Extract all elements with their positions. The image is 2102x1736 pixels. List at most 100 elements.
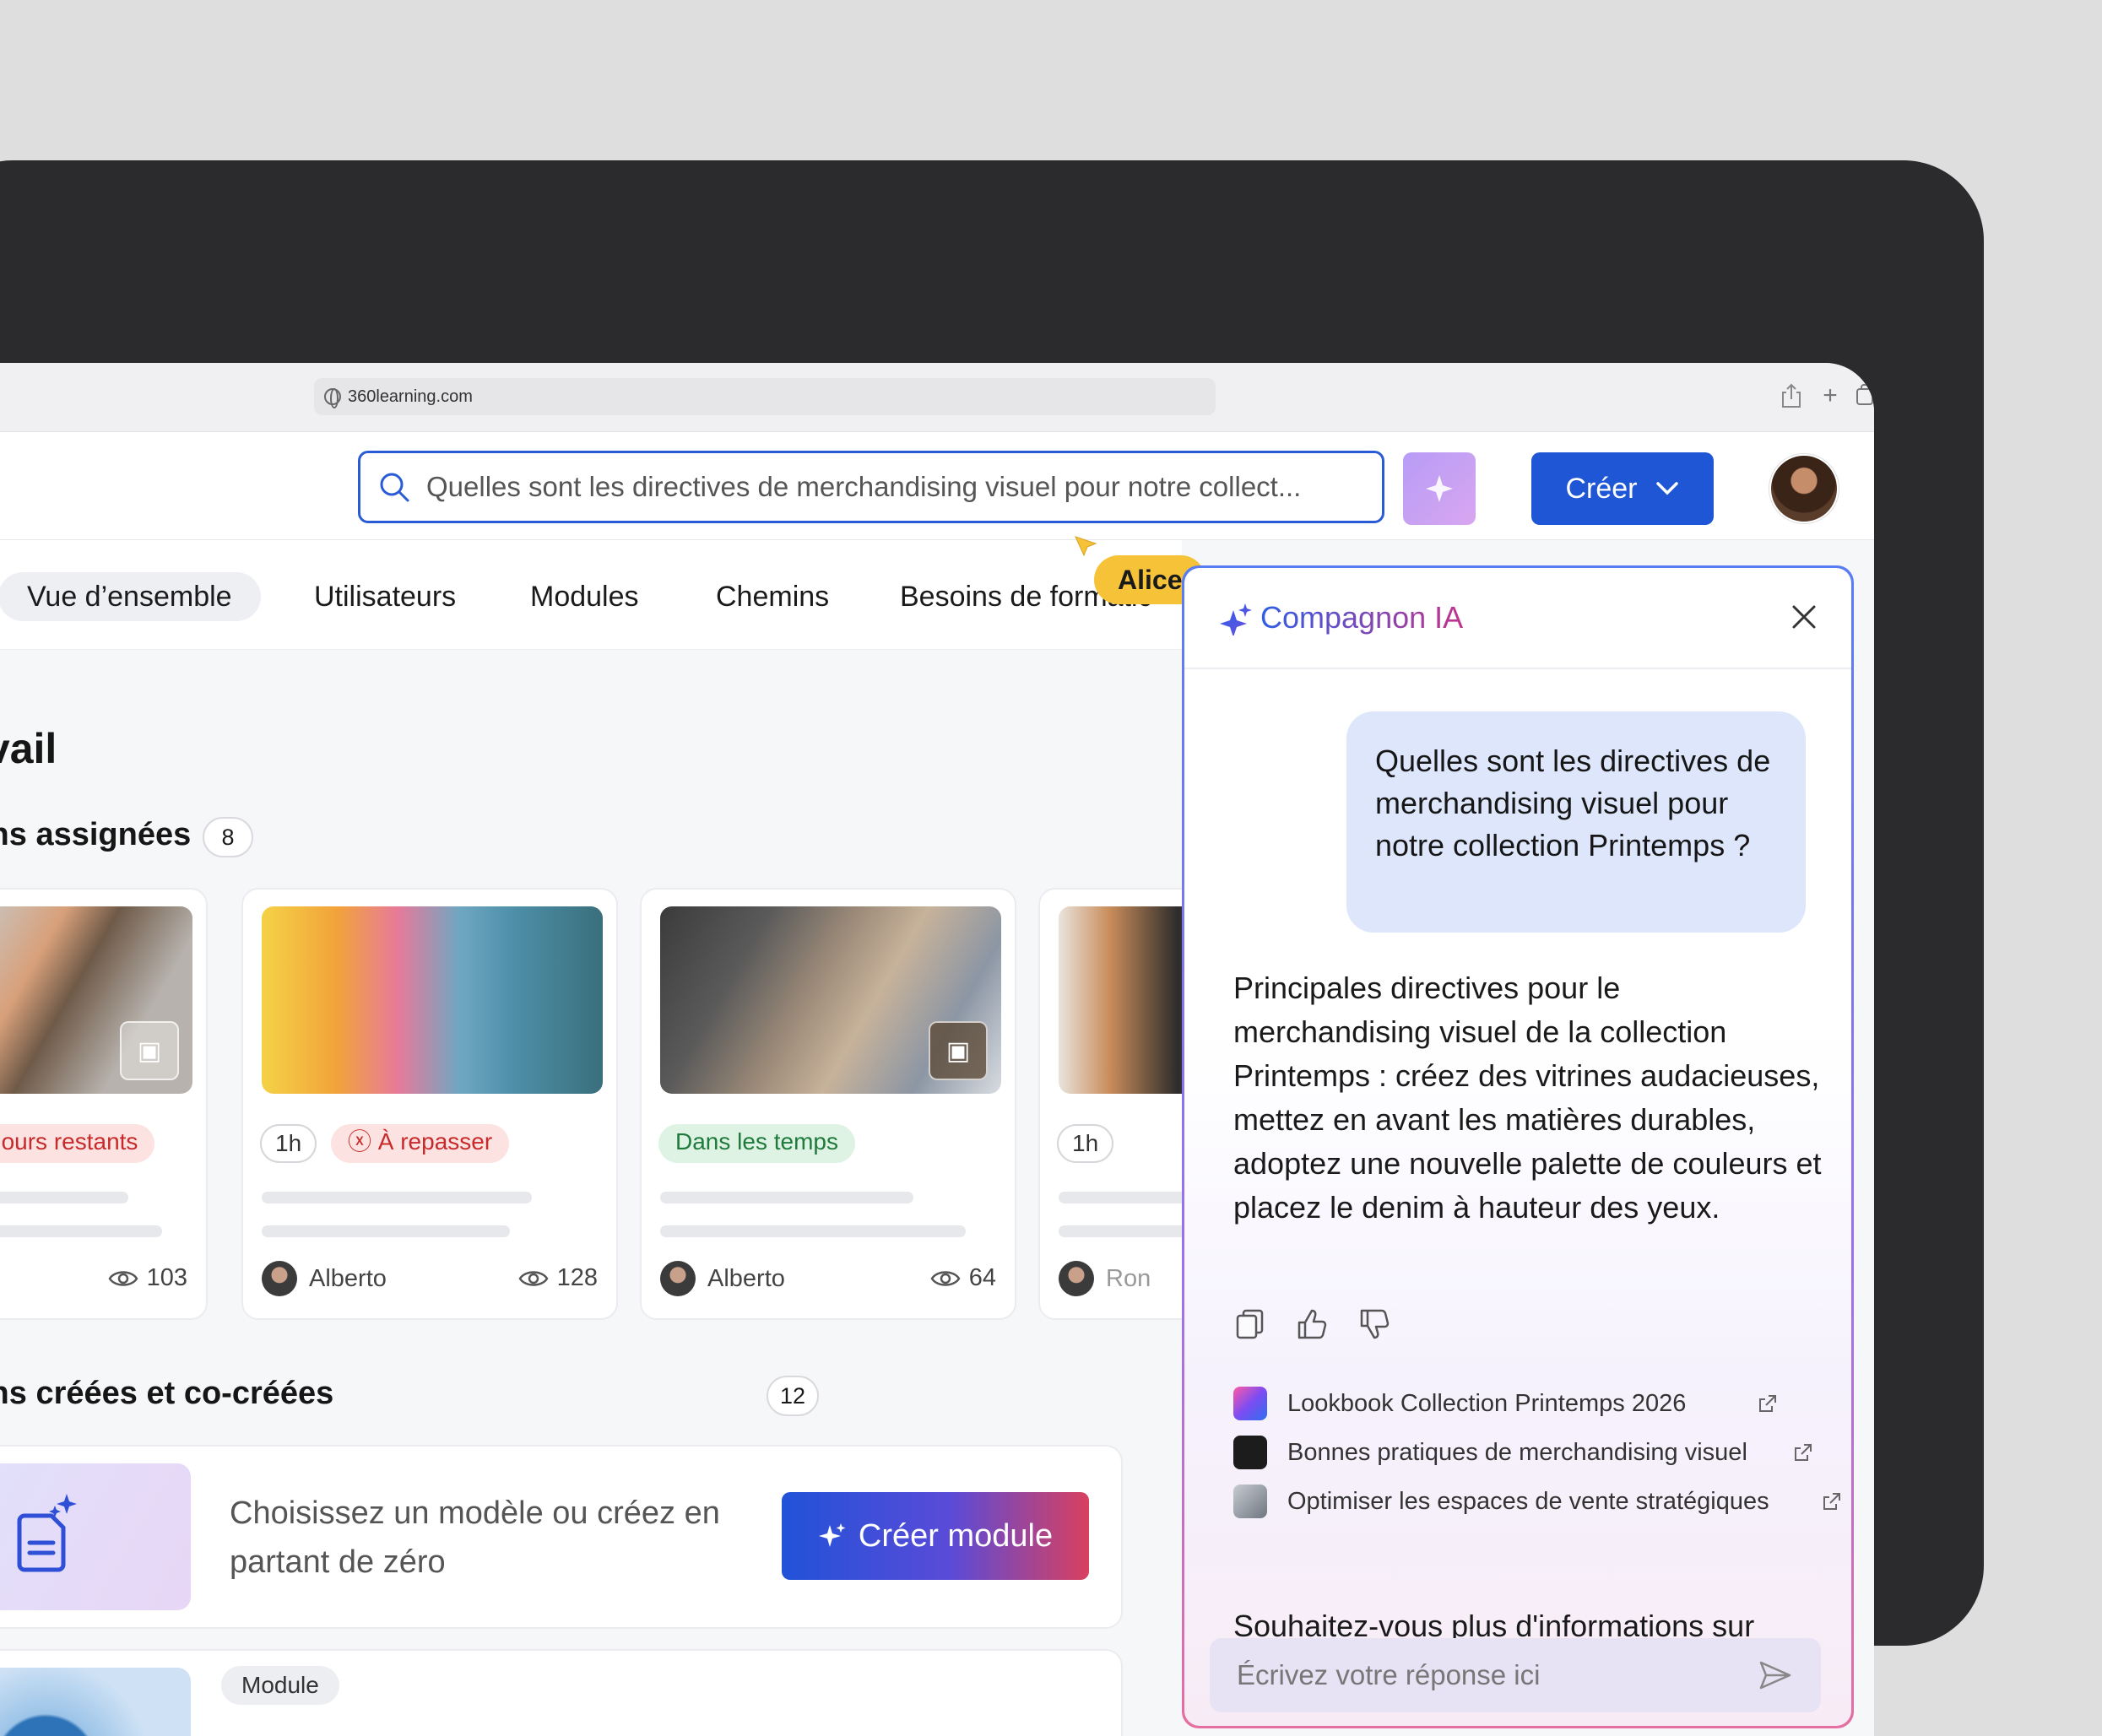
view-count: 128 [518, 1264, 598, 1292]
user-message: Quelles sont les directives de merchandi… [1346, 711, 1806, 933]
copy-icon[interactable] [1233, 1307, 1267, 1341]
course-thumbnail: ▣ [0, 906, 192, 1094]
duration-badge: 1h [1057, 1124, 1114, 1163]
course-card[interactable]: ▣ Dans les temps Alberto 64 [640, 888, 1016, 1320]
external-link-icon [1795, 1444, 1812, 1461]
source-link[interactable]: Lookbook Collection Printemps 2026 [1233, 1385, 1824, 1422]
create-label: Créer [1565, 472, 1638, 505]
created-heading: ations créées et co-créées [0, 1376, 334, 1411]
ai-answer: Principales directives pour le merchandi… [1233, 971, 1822, 1225]
created-count: 12 [767, 1376, 820, 1416]
pointer-cursor-icon [1075, 536, 1097, 557]
page-title: travail [0, 725, 57, 772]
certificate-icon: ▣ [929, 1021, 988, 1080]
retry-icon: ⓧ [348, 1128, 378, 1155]
author-name: Alberto [707, 1264, 785, 1292]
globe-icon [324, 388, 341, 408]
create-module-button[interactable]: Créer module [782, 1492, 1089, 1580]
assigned-heading: ations assignées [0, 817, 192, 852]
lookbook-icon [1233, 1387, 1267, 1420]
chevron-down-icon [1655, 482, 1678, 495]
source-link[interactable]: Optimiser les espaces de vente stratégiq… [1233, 1483, 1843, 1520]
close-icon[interactable] [1790, 603, 1818, 630]
view-count: 103 [108, 1264, 187, 1292]
placeholder-line [660, 1192, 913, 1203]
ai-panel-header: Compagnon IA [1184, 568, 1851, 669]
eye-icon [930, 1270, 961, 1286]
external-link-icon [1823, 1493, 1840, 1510]
module-row[interactable]: Module [0, 1649, 1123, 1736]
sparkle-icon [818, 1523, 846, 1547]
ai-document-icon [1233, 1436, 1267, 1469]
url-text: 360learning.com [348, 387, 473, 406]
new-tab-icon[interactable]: + [1817, 383, 1844, 410]
author-avatar [660, 1261, 696, 1296]
course-author: Alberto [262, 1261, 387, 1296]
external-link-icon [1759, 1395, 1776, 1412]
course-thumbnail: ▣ [660, 906, 1001, 1094]
browser-toolbar: 360learning.com + [0, 363, 1874, 432]
send-icon[interactable] [1758, 1660, 1792, 1690]
views-value: 103 [146, 1264, 187, 1291]
status-badge: ⓧ À repasser [331, 1124, 510, 1163]
share-icon[interactable] [1778, 383, 1805, 410]
course-author: Alberto [660, 1261, 785, 1296]
status-badge: Dans les temps [658, 1124, 855, 1163]
author-name: Ron [1106, 1264, 1151, 1292]
views-value: 64 [968, 1264, 996, 1291]
source-link[interactable]: Bonnes pratiques de merchandising visuel [1233, 1434, 1824, 1471]
course-card[interactable]: ▣ 5 jours restants ice 103 [0, 888, 208, 1320]
tab-paths[interactable]: Chemins [687, 572, 858, 621]
thumbs-down-icon[interactable] [1358, 1307, 1392, 1341]
placeholder-line [262, 1192, 532, 1203]
ai-companion-panel: Compagnon IA Quelles sont les directives… [1182, 565, 1854, 1728]
source-title: Optimiser les espaces de vente stratégiq… [1287, 1487, 1769, 1515]
course-thumbnail [262, 906, 603, 1094]
source-title: Lookbook Collection Printemps 2026 [1287, 1389, 1687, 1417]
eye-icon [518, 1270, 549, 1286]
search-icon [380, 473, 409, 502]
browser-screen: 360learning.com + Quelles sont les direc… [0, 363, 1874, 1736]
template-illustration [0, 1463, 191, 1610]
reply-input[interactable]: Écrivez votre réponse ici [1210, 1638, 1821, 1712]
duration-badge: 1h [260, 1124, 317, 1163]
status-text: À repasser [377, 1128, 493, 1155]
author-name: Alberto [309, 1264, 387, 1292]
search-value: Quelles sont les directives de merchandi… [426, 471, 1302, 502]
tabs-icon[interactable] [1856, 383, 1874, 410]
status-badge: 5 jours restants [0, 1124, 155, 1163]
background: 360learning.com + Quelles sont les direc… [0, 0, 2102, 1736]
address-bar[interactable]: 360learning.com [314, 378, 1216, 415]
views-value: 128 [556, 1264, 598, 1291]
ai-sparkle-button[interactable] [1403, 452, 1476, 525]
module-thumbnail [0, 1668, 191, 1736]
source-title: Bonnes pratiques de merchandising visuel [1287, 1438, 1747, 1466]
author-avatar [1059, 1261, 1094, 1296]
sparkle-icon [1426, 475, 1453, 502]
create-module-panel: Choisissez un modèle ou créez en partant… [0, 1445, 1123, 1629]
user-avatar[interactable] [1769, 454, 1839, 523]
tab-overview[interactable]: Vue d’ensemble [0, 572, 261, 621]
course-card[interactable]: 1h ⓧ À repasser Alberto 128 [241, 888, 618, 1320]
tab-bar: Vue d’ensemble Utilisateurs Modules Chem… [0, 540, 1182, 650]
store-image-icon [1233, 1485, 1267, 1518]
tab-users[interactable]: Utilisateurs [285, 572, 485, 621]
author-avatar [262, 1261, 297, 1296]
reply-placeholder: Écrivez votre réponse ici [1237, 1659, 1541, 1690]
ai-panel-title: Compagnon IA [1260, 600, 1464, 635]
placeholder-line [660, 1225, 966, 1237]
placeholder-line [0, 1192, 128, 1203]
thumbs-up-icon[interactable] [1296, 1307, 1330, 1341]
app-header: Quelles sont les directives de merchandi… [0, 432, 1874, 540]
assigned-count: 8 [203, 817, 253, 857]
eye-icon [108, 1270, 138, 1286]
sparkle-icon [1220, 603, 1252, 635]
document-sparkle-icon [17, 1494, 77, 1572]
view-count: 64 [930, 1264, 996, 1292]
template-prompt: Choisissez un modèle ou créez en partant… [230, 1495, 720, 1580]
placeholder-line [0, 1225, 162, 1237]
create-dropdown-button[interactable]: Créer [1531, 452, 1714, 525]
search-input[interactable]: Quelles sont les directives de merchandi… [358, 451, 1384, 523]
ai-followup: Souhaitez-vous plus d'informations sur [1233, 1609, 1755, 1638]
tab-modules[interactable]: Modules [501, 572, 668, 621]
